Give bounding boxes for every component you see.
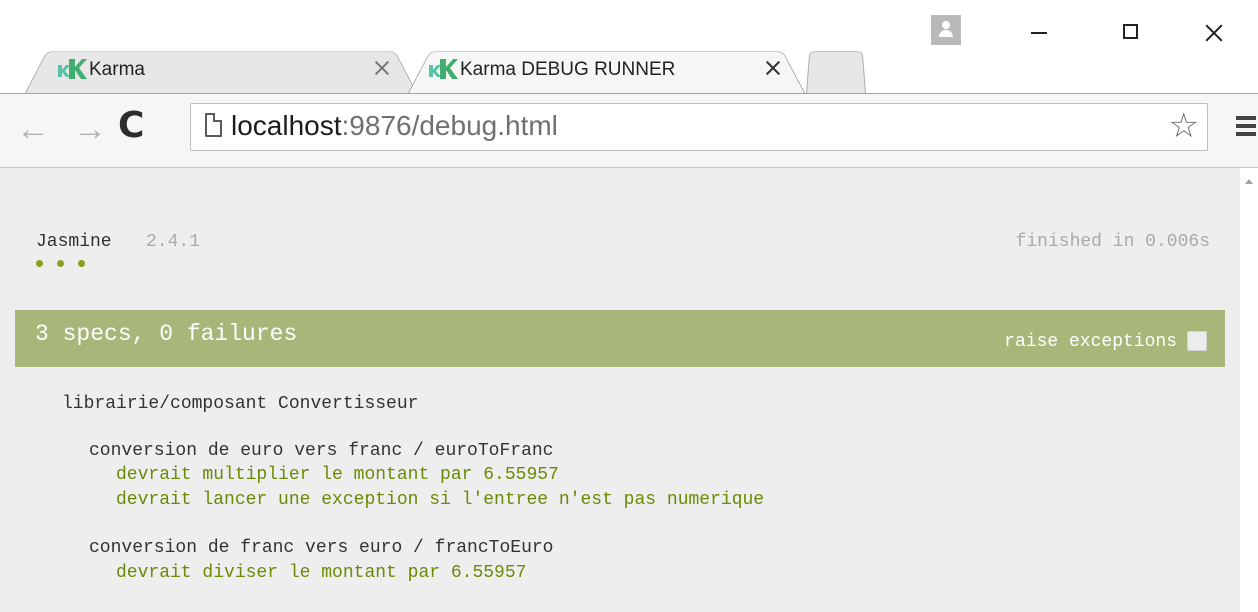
- maximize-button[interactable]: [1110, 18, 1150, 48]
- title-bar: Karma Karma DEBUG RUNNER: [0, 0, 1258, 93]
- passed-spec-dot: [78, 260, 85, 267]
- spec-dots: [36, 260, 85, 267]
- tab-karma[interactable]: Karma: [25, 45, 417, 93]
- summary-text: 3 specs, 0 failures: [35, 321, 298, 347]
- spec-item[interactable]: devrait multiplier le montant par 6.5595…: [116, 465, 559, 485]
- karma-logo-icon: [58, 59, 87, 79]
- raise-exceptions-checkbox[interactable]: [1187, 331, 1207, 351]
- subsuite-title[interactable]: conversion de franc vers euro / francToE…: [89, 538, 553, 558]
- jasmine-name: Jasmine: [36, 232, 112, 252]
- karma-logo-icon: [429, 59, 458, 79]
- tab-title: Karma: [89, 59, 145, 80]
- vertical-scrollbar[interactable]: [1240, 168, 1258, 612]
- new-tab-button[interactable]: [806, 45, 866, 93]
- tab-close-icon[interactable]: [764, 59, 782, 77]
- browser-toolbar: ← → C localhost:9876/debug.html ☆: [0, 93, 1258, 168]
- jasmine-version: 2.4.1: [146, 232, 201, 252]
- close-window-button[interactable]: [1195, 18, 1235, 48]
- page-content: Jasmine 2.4.1 finished in 0.006s 3 specs…: [0, 168, 1240, 612]
- url-text[interactable]: localhost:9876/debug.html: [231, 110, 558, 142]
- menu-icon[interactable]: [1236, 116, 1256, 136]
- reload-icon[interactable]: C: [118, 108, 144, 144]
- forward-arrow-icon[interactable]: →: [73, 112, 107, 146]
- passed-spec-dot: [57, 260, 64, 267]
- raise-exceptions-label: raise exceptions: [1004, 332, 1177, 352]
- passed-spec-dot: [36, 260, 43, 267]
- address-bar[interactable]: localhost:9876/debug.html ☆: [190, 103, 1208, 151]
- scroll-up-arrow-icon[interactable]: [1245, 179, 1253, 184]
- tab-karma-debug-runner[interactable]: Karma DEBUG RUNNER: [408, 45, 805, 93]
- minimize-button[interactable]: [1018, 18, 1058, 48]
- tab-title: Karma DEBUG RUNNER: [460, 59, 676, 80]
- spec-item[interactable]: devrait diviser le montant par 6.55957: [116, 563, 526, 583]
- tab-close-icon[interactable]: [373, 59, 391, 77]
- subsuite-title[interactable]: conversion de euro vers franc / euroToFr…: [89, 441, 553, 461]
- summary-bar: 3 specs, 0 failures raise exceptions: [15, 310, 1225, 367]
- back-arrow-icon[interactable]: ←: [16, 112, 50, 146]
- page-icon: [205, 113, 222, 137]
- user-profile-icon[interactable]: [931, 15, 961, 45]
- suite-title[interactable]: librairie/composant Convertisseur: [62, 394, 418, 414]
- spec-item[interactable]: devrait lancer une exception si l'entree…: [116, 490, 764, 510]
- run-duration: finished in 0.006s: [1015, 232, 1210, 252]
- bookmark-star-icon[interactable]: ☆: [1169, 108, 1199, 144]
